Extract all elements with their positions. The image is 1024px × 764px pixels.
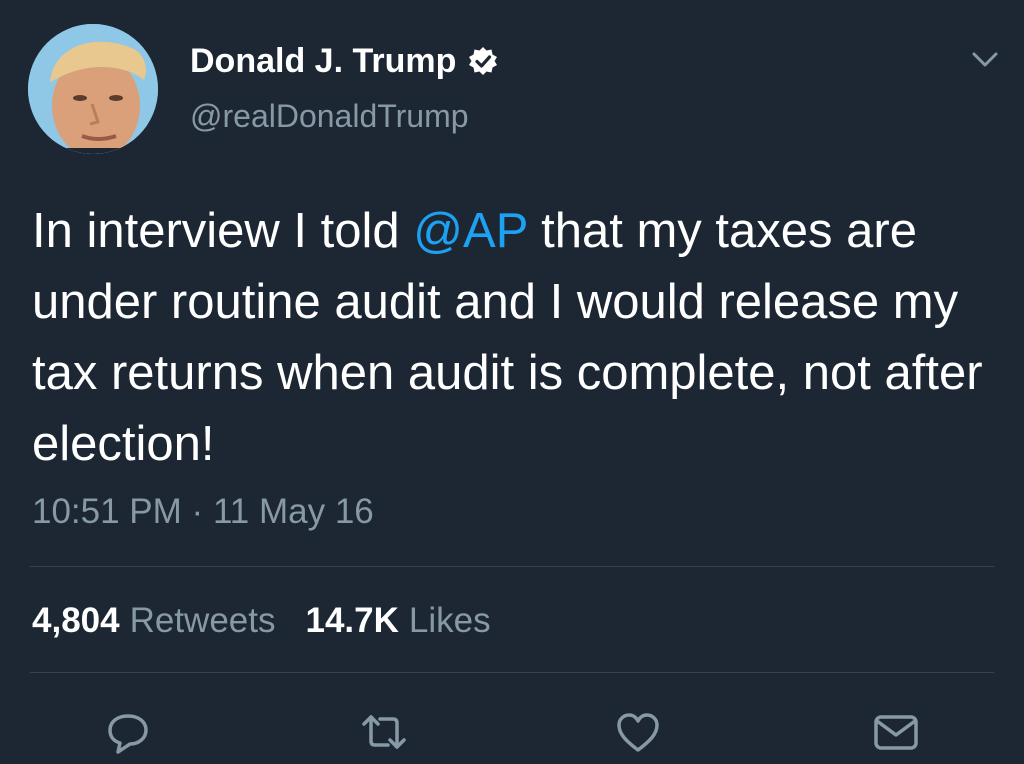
retweets-stat[interactable]: 4,804 Retweets <box>32 603 276 638</box>
tweet-time: 10:51 PM <box>32 492 182 531</box>
envelope-icon[interactable] <box>872 708 920 756</box>
tweet-text: In interview I told @AP that my taxes ar… <box>32 196 992 480</box>
reply-icon[interactable] <box>104 708 152 756</box>
heart-icon[interactable] <box>614 708 662 756</box>
chevron-down-icon[interactable] <box>970 50 1000 70</box>
retweet-icon[interactable] <box>360 708 408 756</box>
tweet-timestamp[interactable]: 10:51 PM · 11 May 16 <box>32 494 374 529</box>
divider <box>30 566 994 567</box>
tweet-date: 11 May 16 <box>212 492 374 531</box>
avatar[interactable] <box>28 24 158 154</box>
author-display-name[interactable]: Donald J. Trump <box>190 44 456 78</box>
retweets-count: 4,804 <box>32 601 120 640</box>
divider <box>30 672 994 673</box>
retweets-label: Retweets <box>129 601 276 640</box>
likes-label: Likes <box>408 601 491 640</box>
tweet-text-start: In interview I told <box>32 204 414 258</box>
author-handle[interactable]: @realDonaldTrump <box>190 100 469 132</box>
verified-badge-icon <box>468 46 498 76</box>
mention-link[interactable]: @AP <box>413 204 527 258</box>
likes-stat[interactable]: 14.7K Likes <box>306 603 491 638</box>
likes-count: 14.7K <box>305 601 399 640</box>
avatar-image <box>28 24 158 154</box>
tweet-stats: 4,804 Retweets 14.7K Likes <box>32 603 491 638</box>
author-name-row[interactable]: Donald J. Trump <box>190 44 498 78</box>
meta-separator: · <box>191 492 204 531</box>
